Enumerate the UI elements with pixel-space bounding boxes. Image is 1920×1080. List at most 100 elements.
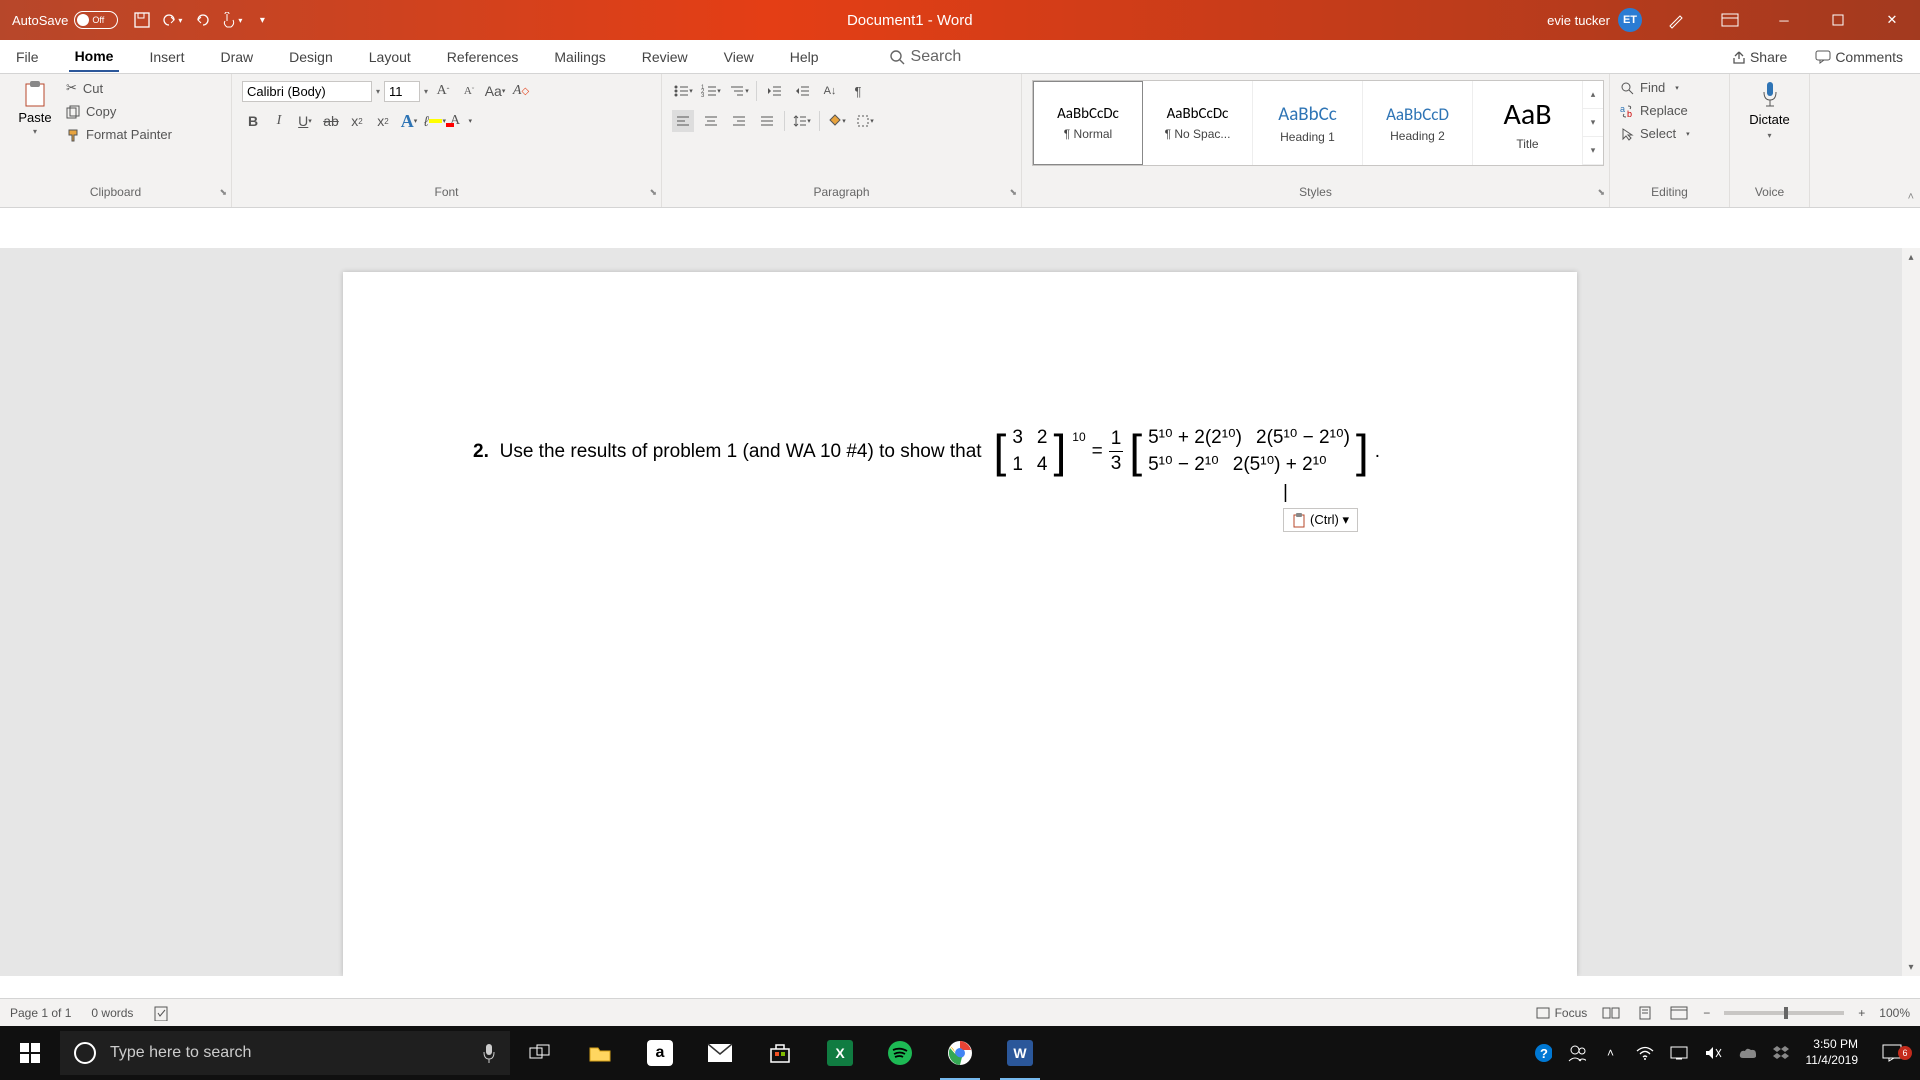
- numbering-button[interactable]: 123▾: [700, 80, 722, 102]
- save-button[interactable]: [132, 10, 152, 30]
- action-center-button[interactable]: 6: [1874, 1044, 1910, 1062]
- align-right-button[interactable]: [728, 110, 750, 132]
- zoom-level[interactable]: 100%: [1879, 1006, 1910, 1020]
- vertical-scrollbar[interactable]: ▴ ▾: [1902, 248, 1920, 976]
- tray-expand-icon[interactable]: ˄: [1602, 1044, 1620, 1062]
- show-marks-button[interactable]: ¶: [847, 80, 869, 102]
- shading-button[interactable]: ▾: [826, 110, 848, 132]
- clock[interactable]: 3:50 PM 11/4/2019: [1806, 1037, 1859, 1068]
- focus-mode-button[interactable]: Focus: [1535, 1006, 1588, 1020]
- highlight-button[interactable]: ℓ▾: [424, 110, 446, 132]
- dictate-button[interactable]: Dictate ▾: [1749, 80, 1789, 140]
- styles-down[interactable]: ▾: [1583, 109, 1603, 137]
- tab-review[interactable]: Review: [636, 43, 694, 71]
- tab-mailings[interactable]: Mailings: [548, 43, 611, 71]
- styles-more[interactable]: ▾: [1583, 137, 1603, 165]
- decrease-indent-button[interactable]: [763, 80, 785, 102]
- increase-indent-button[interactable]: [791, 80, 813, 102]
- tab-layout[interactable]: Layout: [363, 43, 417, 71]
- undo-button[interactable]: ▾: [162, 10, 182, 30]
- tab-draw[interactable]: Draw: [214, 43, 259, 71]
- document-area[interactable]: 2. Use the results of problem 1 (and WA …: [0, 248, 1920, 976]
- clipboard-launcher[interactable]: ⬊: [219, 187, 227, 198]
- page[interactable]: 2. Use the results of problem 1 (and WA …: [343, 272, 1577, 976]
- style-heading2[interactable]: AaBbCcD Heading 2: [1363, 81, 1473, 165]
- style-nospacing[interactable]: AaBbCcDc ¶ No Spac...: [1143, 81, 1253, 165]
- taskbar-search[interactable]: Type here to search: [60, 1031, 510, 1075]
- find-button[interactable]: Find▾: [1620, 80, 1679, 95]
- start-button[interactable]: [0, 1043, 60, 1063]
- style-heading1[interactable]: AaBbCc Heading 1: [1253, 81, 1363, 165]
- text-effects-button[interactable]: A▾: [398, 110, 420, 132]
- tablet-mode-icon[interactable]: [1670, 1044, 1688, 1062]
- spelling-button[interactable]: [153, 1005, 171, 1021]
- mic-icon[interactable]: [482, 1043, 496, 1063]
- styles-up[interactable]: ▴: [1583, 81, 1603, 109]
- spotify-icon[interactable]: [870, 1026, 930, 1080]
- shrink-font-button[interactable]: Aˇ: [458, 80, 480, 102]
- scroll-down[interactable]: ▾: [1902, 958, 1920, 976]
- copy-button[interactable]: Copy: [66, 104, 172, 119]
- read-mode-button[interactable]: [1601, 1004, 1621, 1022]
- minimize-button[interactable]: ─: [1764, 0, 1804, 40]
- qat-more-button[interactable]: ▾: [252, 10, 272, 30]
- align-left-button[interactable]: [672, 110, 694, 132]
- ribbon-display-button[interactable]: [1710, 0, 1750, 40]
- tab-design[interactable]: Design: [283, 43, 339, 71]
- collapse-ribbon-button[interactable]: ˄: [1908, 191, 1914, 203]
- bullets-button[interactable]: ▾: [672, 80, 694, 102]
- font-color-button[interactable]: A▾: [450, 110, 472, 132]
- file-explorer-icon[interactable]: [570, 1026, 630, 1080]
- comments-button[interactable]: Comments: [1808, 46, 1910, 68]
- multilevel-button[interactable]: ▾: [728, 80, 750, 102]
- tab-insert[interactable]: Insert: [143, 43, 190, 71]
- style-normal[interactable]: AaBbCcDc ¶ Normal: [1033, 81, 1143, 165]
- tab-view[interactable]: View: [718, 43, 760, 71]
- touch-mode-button[interactable]: ▾: [222, 10, 242, 30]
- tab-file[interactable]: File: [10, 43, 45, 71]
- paragraph-launcher[interactable]: ⬊: [1009, 187, 1017, 198]
- change-case-button[interactable]: Aa▾: [484, 80, 506, 102]
- maximize-button[interactable]: [1818, 0, 1858, 40]
- italic-button[interactable]: I: [268, 110, 290, 132]
- font-name-input[interactable]: [242, 81, 372, 102]
- zoom-out-button[interactable]: −: [1703, 1006, 1710, 1020]
- mail-icon[interactable]: [690, 1026, 750, 1080]
- print-layout-button[interactable]: [1635, 1004, 1655, 1022]
- tell-me-search[interactable]: Search: [889, 48, 962, 66]
- line-spacing-button[interactable]: ▾: [791, 110, 813, 132]
- superscript-button[interactable]: x2: [372, 110, 394, 132]
- user-account[interactable]: evie tucker ET: [1547, 8, 1642, 32]
- task-view-button[interactable]: [510, 1026, 570, 1080]
- clear-formatting-button[interactable]: A◇: [510, 80, 532, 102]
- bold-button[interactable]: B: [242, 110, 264, 132]
- format-painter-button[interactable]: Format Painter: [66, 127, 172, 142]
- web-layout-button[interactable]: [1669, 1004, 1689, 1022]
- word-icon[interactable]: W: [990, 1026, 1050, 1080]
- wifi-icon[interactable]: [1636, 1044, 1654, 1062]
- zoom-slider[interactable]: [1724, 1011, 1844, 1015]
- paste-button[interactable]: Paste ▾: [10, 80, 60, 136]
- sort-button[interactable]: A↓: [819, 80, 841, 102]
- strikethrough-button[interactable]: ab: [320, 110, 342, 132]
- tab-help[interactable]: Help: [784, 43, 825, 71]
- chrome-icon[interactable]: [930, 1026, 990, 1080]
- page-indicator[interactable]: Page 1 of 1: [10, 1006, 71, 1020]
- font-size-input[interactable]: [384, 81, 420, 102]
- tab-references[interactable]: References: [441, 43, 525, 71]
- paste-options-button[interactable]: (Ctrl) ▾: [1283, 508, 1358, 532]
- store-icon[interactable]: [750, 1026, 810, 1080]
- select-button[interactable]: Select▾: [1620, 126, 1690, 141]
- subscript-button[interactable]: x2: [346, 110, 368, 132]
- align-center-button[interactable]: [700, 110, 722, 132]
- close-button[interactable]: ✕: [1872, 0, 1912, 40]
- people-icon[interactable]: [1568, 1044, 1586, 1062]
- drawing-mode-icon[interactable]: [1656, 0, 1696, 40]
- grow-font-button[interactable]: Aˆ: [432, 80, 454, 102]
- styles-launcher[interactable]: ⬊: [1597, 187, 1605, 198]
- dropbox-icon[interactable]: [1772, 1044, 1790, 1062]
- replace-button[interactable]: abReplace: [1620, 103, 1688, 118]
- share-button[interactable]: Share: [1725, 46, 1794, 68]
- font-launcher[interactable]: ⬊: [649, 187, 657, 198]
- zoom-in-button[interactable]: +: [1858, 1006, 1865, 1020]
